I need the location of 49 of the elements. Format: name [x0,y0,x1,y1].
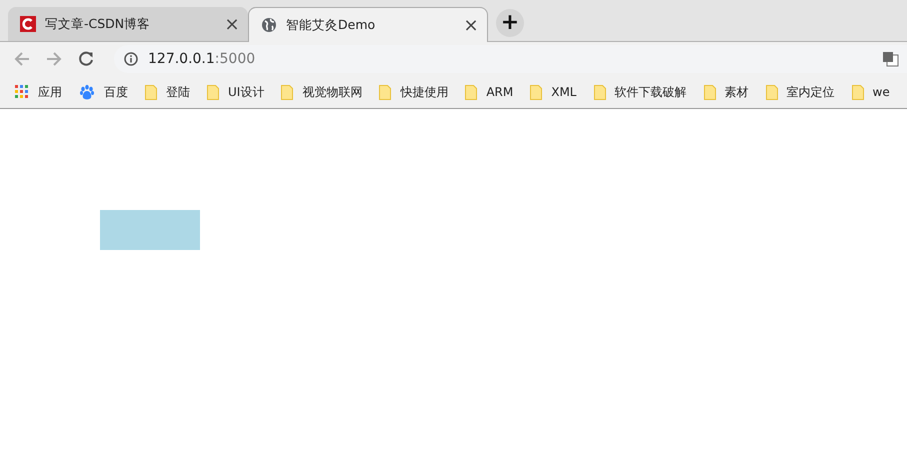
bookmark-folder-icon [852,84,864,100]
bookmark-label: 室内定位 [786,84,834,100]
bookmark-label: 百度 [104,84,128,100]
bookmark-folder-icon [530,84,542,100]
bookmark-folder-icon [594,84,606,100]
translate-icon[interactable] [883,52,899,66]
bookmark-label: 快捷使用 [400,84,448,100]
bookmark-label: XML [551,85,576,99]
bookmark-folder-icon [465,84,478,100]
close-tab-button[interactable]: × [224,14,240,34]
globe-icon [261,17,277,33]
bookmark-folder-icon [379,84,392,100]
browser-tab[interactable]: 智能艾灸Demo × [248,7,488,42]
bookmark-label: 素材 [724,84,748,100]
browser-tab[interactable]: 写文章-CSDN博客 × [8,7,248,41]
bookmark-folder-icon [766,84,778,100]
bookmark[interactable]: 视觉物联网 [281,84,362,100]
tab-title: 写文章-CSDN博客 [45,16,152,32]
bookmark[interactable]: we [852,84,890,100]
close-tab-button[interactable]: × [463,14,479,36]
bookmark[interactable]: 室内定位 [766,84,834,100]
apps-grid-icon [15,85,29,99]
bookmark[interactable]: 快捷使用 [379,84,448,100]
bookmark[interactable]: UI设计 [207,84,264,100]
bookmark[interactable]: 百度 [79,84,128,100]
bookmark-folder-icon [207,84,219,100]
bookmark[interactable]: XML [530,84,576,100]
bookmark[interactable]: 软件下载破解 [594,84,686,100]
bookmark-label: we [872,85,890,99]
bookmark-label: 视觉物联网 [302,84,362,100]
bookmark-label: UI设计 [228,84,264,100]
info-icon[interactable] [124,52,138,66]
new-tab-button[interactable]: + [496,9,524,37]
bookmark-folder-icon [145,84,157,100]
url-text: 127.0.0.1:5000 [148,51,256,67]
paw-icon [79,84,95,100]
bookmark-folder-icon [704,84,716,100]
bookmark[interactable]: ARM [465,84,514,100]
address-bar[interactable]: 127.0.0.1:5000 [114,45,907,73]
bookmark-label: 软件下载破解 [614,84,686,100]
bookmark-label: 应用 [38,84,62,100]
tab-title: 智能艾灸Demo [286,16,376,34]
bookmark-label: ARM [486,85,514,99]
letter-c-logo-icon [20,16,36,32]
bookmark[interactable]: 应用 [15,84,62,100]
bookmark-folder-icon [281,84,294,100]
bookmark-label: 登陆 [166,84,190,100]
bookmark[interactable]: 素材 [704,84,748,100]
bookmark[interactable]: 登陆 [145,84,190,100]
